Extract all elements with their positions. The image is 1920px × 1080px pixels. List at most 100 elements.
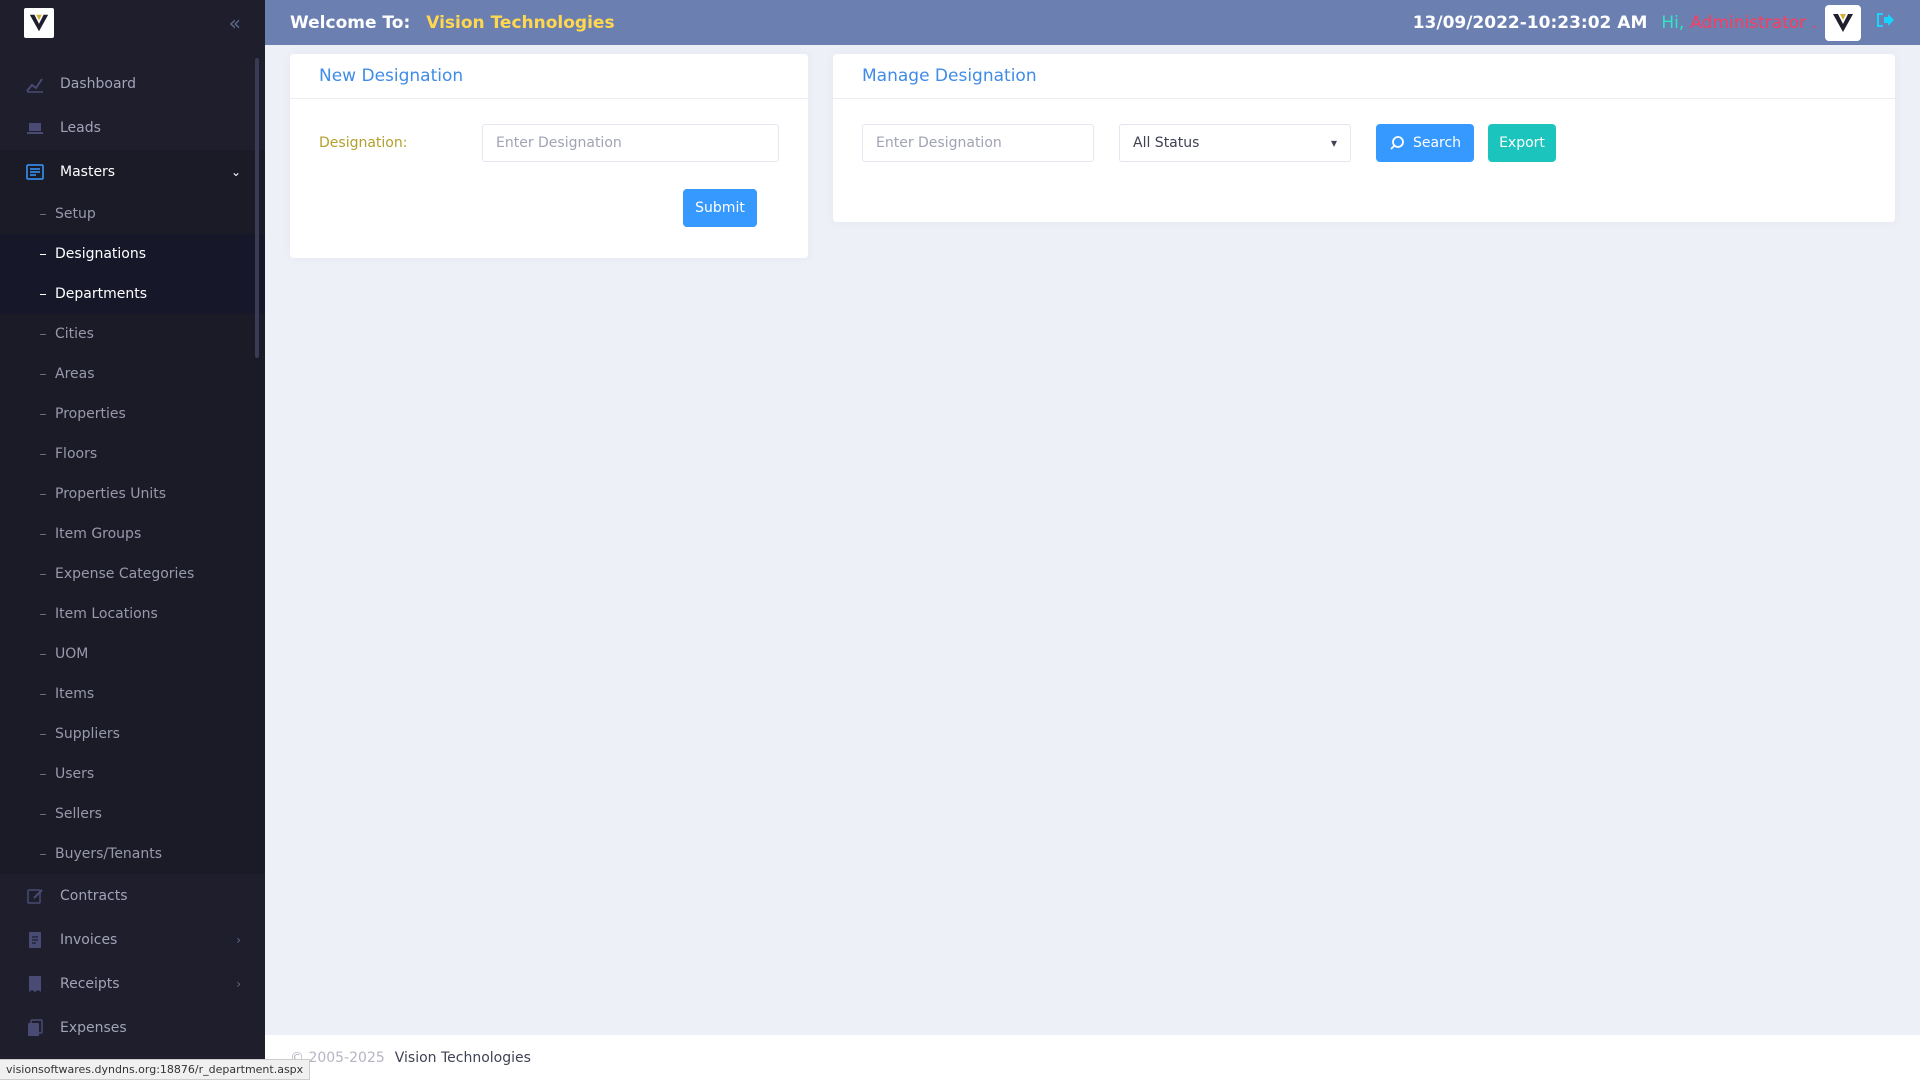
sidebar: « Dashboard Leads Masters ⌄ Setup Design… bbox=[0, 0, 265, 1080]
sidebar-item-invoices[interactable]: Invoices › bbox=[0, 918, 265, 962]
submenu-item-label: Sellers bbox=[55, 806, 102, 822]
chart-icon bbox=[24, 73, 46, 95]
search-icon bbox=[1390, 136, 1404, 150]
bullet-dash bbox=[40, 293, 46, 295]
submenu-item-expense-categories[interactable]: Expense Categories bbox=[0, 554, 265, 594]
bullet-dash bbox=[40, 453, 46, 455]
search-button[interactable]: Search bbox=[1376, 124, 1474, 162]
greeting-label: Hi, bbox=[1661, 12, 1685, 33]
card-header: New Designation bbox=[290, 54, 808, 99]
submenu-item-departments[interactable]: Departments bbox=[0, 274, 265, 314]
submenu-item-properties-units[interactable]: Properties Units bbox=[0, 474, 265, 514]
bullet-dash bbox=[40, 733, 46, 735]
status-select[interactable]: All Status ▾ bbox=[1119, 124, 1351, 162]
chevron-right-icon: › bbox=[236, 933, 241, 947]
submenu-item-label: Items bbox=[55, 686, 95, 702]
submenu-item-uom[interactable]: UOM bbox=[0, 634, 265, 674]
bullet-dash bbox=[40, 333, 46, 335]
designation-label: Designation: bbox=[319, 135, 408, 151]
submenu-item-label: Item Locations bbox=[55, 606, 158, 622]
designation-search-input[interactable] bbox=[862, 124, 1094, 162]
sidebar-item-masters[interactable]: Masters ⌄ bbox=[0, 150, 265, 194]
sidebar-item-label: Invoices bbox=[60, 932, 118, 948]
sidebar-brand: « bbox=[0, 0, 265, 45]
designation-form-row: Designation: bbox=[290, 124, 808, 162]
footer: © 2005-2025 Vision Technologies bbox=[265, 1035, 1920, 1080]
sidebar-item-label: Leads bbox=[60, 120, 101, 136]
submenu-item-properties[interactable]: Properties bbox=[0, 394, 265, 434]
sidebar-item-contracts[interactable]: Contracts bbox=[0, 874, 265, 918]
submenu-item-label: Suppliers bbox=[55, 726, 120, 742]
submenu-item-cities[interactable]: Cities bbox=[0, 314, 265, 354]
datetime-display: 13/09/2022-10:23:02 AM bbox=[1412, 12, 1648, 33]
bullet-dash bbox=[40, 773, 46, 775]
header-right: 13/09/2022-10:23:02 AM Hi, Administrator… bbox=[1412, 4, 1895, 41]
sidebar-item-expenses[interactable]: Expenses bbox=[0, 1006, 265, 1050]
sidebar-item-dashboard[interactable]: Dashboard bbox=[0, 62, 265, 106]
sidebar-menu: Dashboard Leads Masters ⌄ Setup Designat… bbox=[0, 45, 265, 1050]
submenu-item-items[interactable]: Items bbox=[0, 674, 265, 714]
top-header: Welcome To: Vision Technologies 13/09/20… bbox=[265, 0, 1920, 45]
invoice-icon bbox=[24, 929, 46, 951]
masters-submenu: Setup Designations Departments Cities Ar… bbox=[0, 194, 265, 874]
submenu-item-buyers-tenants[interactable]: Buyers/Tenants bbox=[0, 834, 265, 874]
submenu-item-label: Properties Units bbox=[55, 486, 166, 502]
bullet-dash bbox=[40, 853, 46, 855]
v-logo-icon bbox=[1833, 13, 1853, 32]
avatar[interactable] bbox=[1825, 4, 1861, 41]
bullet-dash bbox=[40, 653, 46, 655]
submenu-item-item-locations[interactable]: Item Locations bbox=[0, 594, 265, 634]
new-designation-card: New Designation Designation: Submit bbox=[290, 54, 808, 258]
search-button-label: Search bbox=[1412, 135, 1462, 151]
submenu-item-label: Item Groups bbox=[55, 526, 142, 542]
collapse-sidebar-icon[interactable]: « bbox=[229, 11, 241, 35]
submenu-item-label: Setup bbox=[55, 206, 96, 222]
submenu-item-sellers[interactable]: Sellers bbox=[0, 794, 265, 834]
bullet-dash bbox=[40, 493, 46, 495]
sidebar-scrollbar[interactable] bbox=[255, 58, 259, 358]
laptop-icon bbox=[24, 117, 46, 139]
user-name[interactable]: Administrator . bbox=[1690, 13, 1817, 33]
submenu-item-users[interactable]: Users bbox=[0, 754, 265, 794]
card-header: Manage Designation bbox=[833, 54, 1895, 99]
bullet-dash bbox=[40, 373, 46, 375]
bullet-dash bbox=[40, 533, 46, 535]
submenu-item-label: Users bbox=[55, 766, 95, 782]
submenu-item-suppliers[interactable]: Suppliers bbox=[0, 714, 265, 754]
brand-logo[interactable] bbox=[24, 7, 54, 38]
sidebar-item-receipts[interactable]: Receipts › bbox=[0, 962, 265, 1006]
submenu-item-item-groups[interactable]: Item Groups bbox=[0, 514, 265, 554]
submit-button[interactable]: Submit bbox=[683, 189, 757, 227]
logout-icon[interactable] bbox=[1875, 11, 1895, 34]
submenu-item-areas[interactable]: Areas bbox=[0, 354, 265, 394]
sliders-icon bbox=[24, 161, 46, 183]
footer-company-link[interactable]: Vision Technologies bbox=[395, 1050, 531, 1066]
submenu-item-floors[interactable]: Floors bbox=[0, 434, 265, 474]
bullet-dash bbox=[40, 213, 46, 215]
sidebar-item-label: Receipts bbox=[60, 976, 120, 992]
card-title: New Designation bbox=[319, 66, 464, 86]
v-logo-icon bbox=[29, 14, 49, 31]
submenu-item-designations[interactable]: Designations bbox=[0, 234, 265, 274]
submenu-item-label: Designations bbox=[55, 246, 147, 262]
submenu-item-label: Floors bbox=[55, 446, 98, 462]
status-select-value: All Status bbox=[1133, 135, 1200, 151]
bullet-dash bbox=[40, 693, 46, 695]
files-icon bbox=[24, 1017, 46, 1039]
chevron-down-icon: ▾ bbox=[1330, 136, 1337, 150]
designation-input[interactable] bbox=[482, 124, 779, 162]
sidebar-item-label: Dashboard bbox=[60, 76, 136, 92]
sidebar-item-leads[interactable]: Leads bbox=[0, 106, 265, 150]
submenu-item-label: Buyers/Tenants bbox=[55, 846, 163, 862]
export-button[interactable]: Export bbox=[1488, 124, 1556, 162]
browser-status-url: visionsoftwares.dyndns.org:18876/r_depar… bbox=[0, 1059, 311, 1080]
submenu-item-setup[interactable]: Setup bbox=[0, 194, 265, 234]
edit-icon bbox=[24, 885, 46, 907]
submenu-item-label: Areas bbox=[55, 366, 95, 382]
company-name: Vision Technologies bbox=[426, 12, 615, 33]
manage-designation-card: Manage Designation All Status ▾ Search E… bbox=[833, 54, 1895, 222]
chevron-right-icon: › bbox=[236, 977, 241, 991]
receipt-icon bbox=[24, 973, 46, 995]
card-title: Manage Designation bbox=[862, 66, 1037, 86]
filter-row: All Status ▾ Search Export bbox=[833, 124, 1895, 162]
